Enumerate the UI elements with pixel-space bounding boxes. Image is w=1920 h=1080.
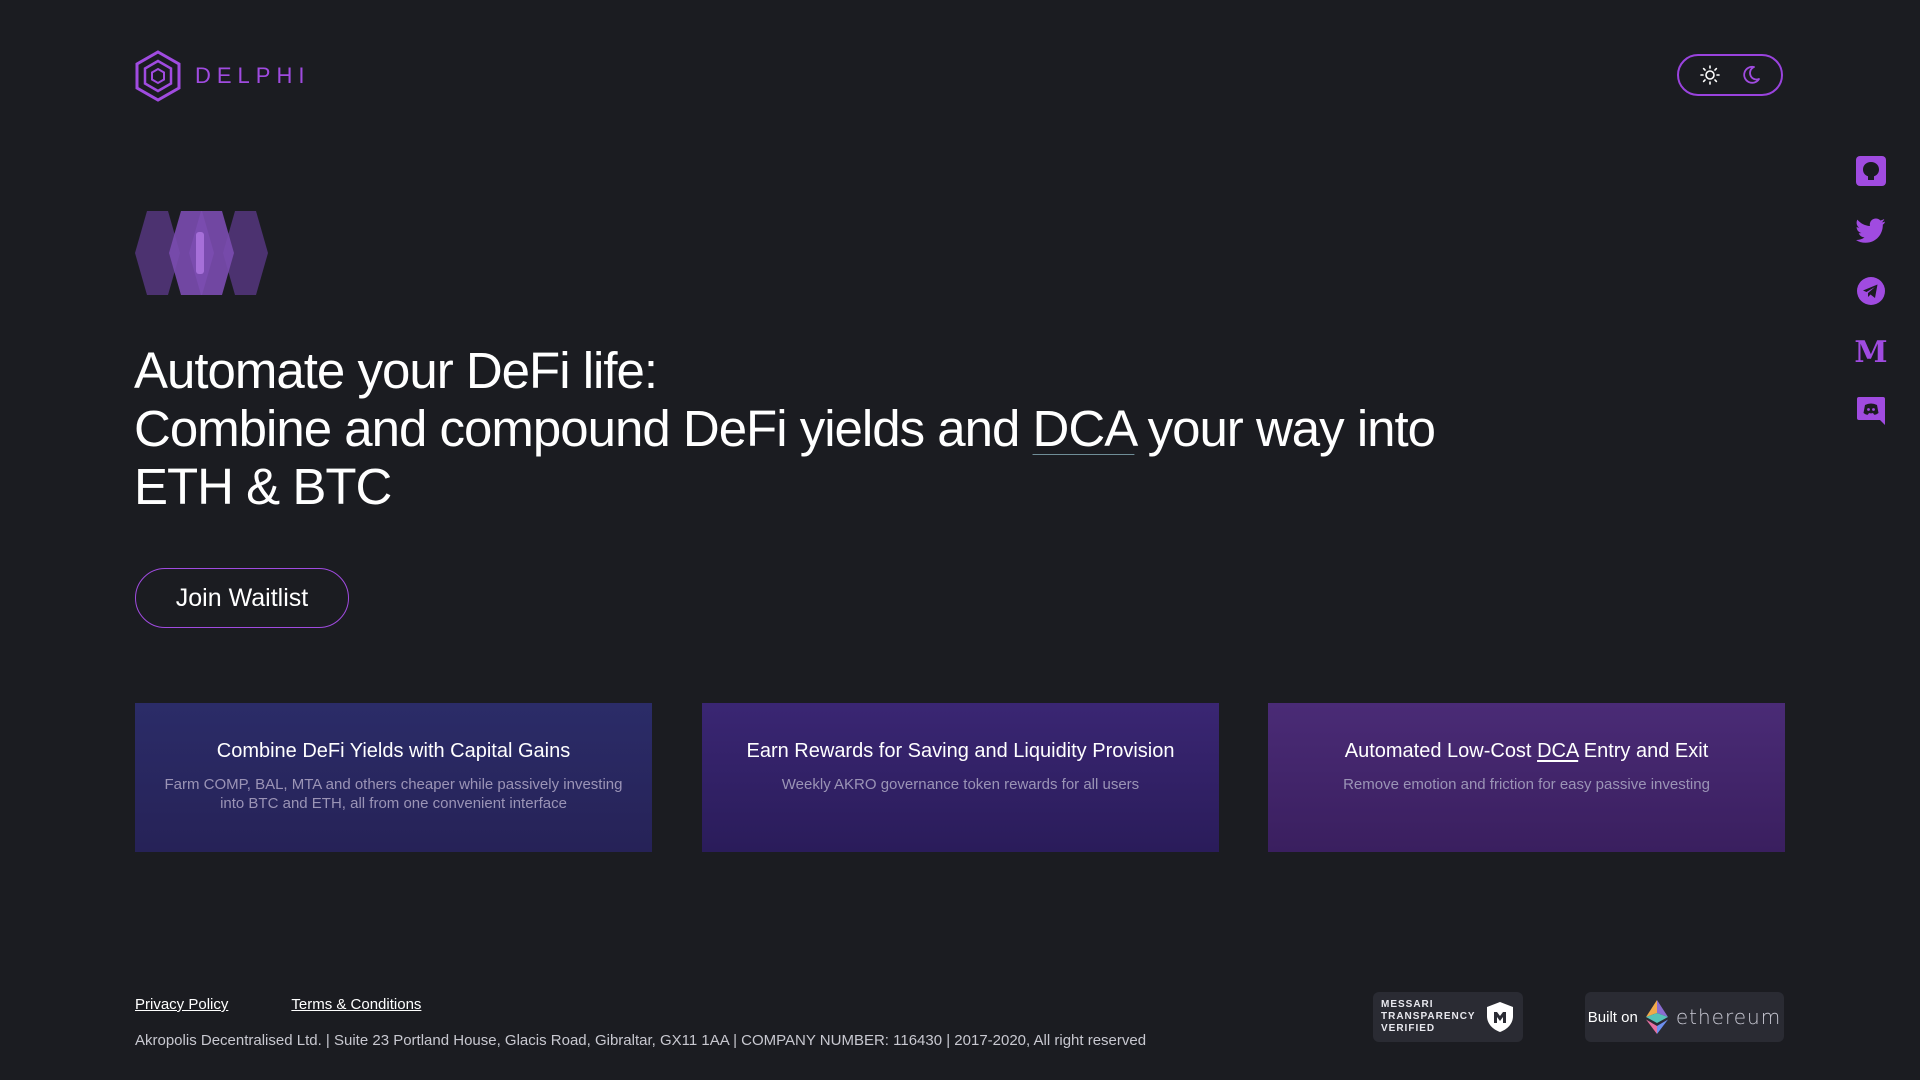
headline-line-2-start: Combine and compound DeFi yields and [134, 400, 1033, 457]
messari-line-2: TRANSPARENCY [1381, 1011, 1476, 1022]
terms-conditions-link[interactable]: Terms & Conditions [291, 996, 421, 1013]
feature-card: Earn Rewards for Saving and Liquidity Pr… [702, 703, 1219, 852]
feature-card-description: Remove emotion and friction for easy pas… [1343, 776, 1710, 793]
brand-name: DELPHI [195, 63, 311, 88]
feature-card: Combine DeFi Yields with Capital Gains F… [135, 703, 652, 852]
messari-verified-badge[interactable]: MESSARI TRANSPARENCY VERIFIED [1373, 992, 1523, 1042]
feature-card-title-start: Automated Low-Cost [1344, 740, 1538, 762]
medium-icon[interactable]: M [1855, 335, 1887, 367]
hexagons-illustration [135, 211, 268, 295]
github-icon[interactable] [1855, 155, 1887, 187]
feature-card-title: Earn Rewards for Saving and Liquidity Pr… [746, 740, 1175, 762]
join-waitlist-button[interactable]: Join Waitlist [135, 568, 349, 628]
svg-text:M: M [1855, 337, 1887, 365]
messari-line-3: VERIFIED [1381, 1023, 1436, 1034]
twitter-icon[interactable] [1855, 215, 1887, 247]
copyright-text: Akropolis Decentralised Ltd. | Suite 23 … [135, 1032, 1147, 1049]
theme-toggle[interactable] [1677, 54, 1783, 96]
feature-card-description: Farm COMP, BAL, MTA and others cheaper w… [164, 776, 623, 812]
discord-icon[interactable] [1855, 395, 1887, 427]
headline-line-2: Combine and compound DeFi yields and DCA… [134, 400, 1554, 458]
telegram-icon[interactable] [1855, 275, 1887, 307]
moon-icon[interactable] [1740, 64, 1762, 86]
feature-card-description: Weekly AKRO governance token rewards for… [781, 776, 1140, 793]
built-on-ethereum-badge[interactable]: Built on ethereum [1585, 992, 1784, 1042]
social-links: M [1855, 155, 1887, 455]
shield-icon [1486, 1002, 1513, 1032]
privacy-policy-link[interactable]: Privacy Policy [135, 996, 228, 1013]
hexagon-logo-icon [135, 50, 181, 102]
ethereum-icon [1645, 1000, 1668, 1034]
footer-links: Privacy Policy Terms & Conditions [135, 996, 421, 1013]
sun-icon[interactable] [1699, 64, 1721, 86]
ethereum-wordmark: ethereum [1675, 1005, 1782, 1029]
dca-term[interactable]: DCA [1537, 740, 1578, 762]
built-on-label: Built on [1587, 1008, 1638, 1026]
headline-line-1: Automate your DeFi life: [134, 342, 658, 399]
feature-card-title-end: Entry and Exit [1578, 740, 1709, 762]
feature-card: Automated Low-Cost DCA Entry and Exit Re… [1268, 703, 1785, 852]
feature-card-title: Automated Low-Cost DCA Entry and Exit [1268, 740, 1785, 763]
brand-logo[interactable]: DELPHI [135, 50, 310, 102]
hero-headline: Automate your DeFi life: Combine and com… [134, 342, 1554, 516]
messari-text: MESSARI TRANSPARENCY VERIFIED [1381, 999, 1476, 1035]
messari-line-1: MESSARI [1381, 999, 1434, 1010]
dca-term[interactable]: DCA [1033, 400, 1136, 457]
headline-line-3: ETH & BTC [134, 458, 392, 515]
headline-line-2-end: your way into [1134, 400, 1436, 457]
feature-card-title: Combine DeFi Yields with Capital Gains [216, 740, 571, 762]
